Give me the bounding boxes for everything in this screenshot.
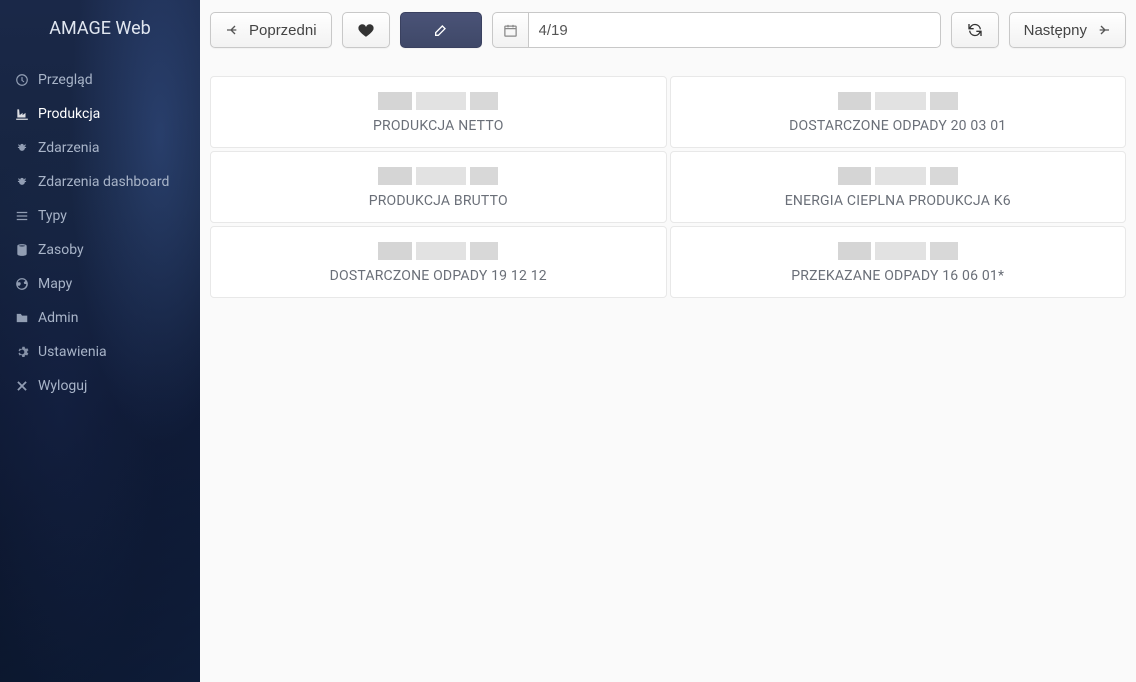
arrow-right-icon (1095, 22, 1111, 38)
sidebar-item-wyloguj[interactable]: Wyloguj (0, 369, 200, 403)
calendar-button[interactable] (492, 12, 528, 48)
globe-icon (14, 276, 30, 292)
bug-icon (14, 174, 30, 190)
card-value-blurred (838, 242, 958, 260)
card-value-blurred (378, 167, 498, 185)
edit-icon (433, 22, 449, 38)
card-label: PRODUKCJA BRUTTO (369, 193, 508, 209)
date-group (492, 12, 941, 48)
sidebar-item-typy[interactable]: Typy (0, 199, 200, 233)
app-title: AMAGE Web (0, 0, 200, 63)
edit-button[interactable] (400, 12, 482, 48)
arrow-left-icon (225, 22, 241, 38)
card-label: PRODUKCJA NETTO (373, 118, 504, 134)
sidebar-item-mapy[interactable]: Mapy (0, 267, 200, 301)
card-label: ENERGIA CIEPLNA PRODUKCJA K6 (785, 193, 1011, 209)
sidebar-item-ustawienia[interactable]: Ustawienia (0, 335, 200, 369)
previous-button-label: Poprzedni (249, 22, 317, 39)
sidebar-item-label: Ustawienia (38, 344, 107, 360)
sidebar-item-przeglad[interactable]: Przegląd (0, 63, 200, 97)
sidebar-item-label: Wyloguj (38, 378, 87, 394)
card-value-blurred (378, 92, 498, 110)
card-produkcja-brutto[interactable]: PRODUKCJA BRUTTO (210, 151, 667, 223)
cards-grid: PRODUKCJA NETTO DOSTARCZONE ODPADY 20 03… (210, 76, 1126, 298)
list-icon (14, 208, 30, 224)
refresh-button[interactable] (951, 12, 999, 48)
toolbar: Poprzedni Następny (210, 12, 1126, 48)
sidebar-item-produkcja[interactable]: Produkcja (0, 97, 200, 131)
card-produkcja-netto[interactable]: PRODUKCJA NETTO (210, 76, 667, 148)
sidebar-item-label: Admin (38, 310, 78, 326)
sidebar-item-zasoby[interactable]: Zasoby (0, 233, 200, 267)
card-energia-cieplna-k6[interactable]: ENERGIA CIEPLNA PRODUKCJA K6 (670, 151, 1127, 223)
next-button-label: Następny (1024, 22, 1087, 39)
dashboard-icon (14, 72, 30, 88)
card-label: DOSTARCZONE ODPADY 20 03 01 (789, 118, 1006, 134)
sidebar-item-label: Zdarzenia dashboard (38, 174, 169, 190)
gear-icon (14, 344, 30, 360)
sidebar-item-label: Przegląd (38, 72, 93, 88)
sidebar-item-label: Zdarzenia (38, 140, 100, 156)
card-dostarczone-20-03-01[interactable]: DOSTARCZONE ODPADY 20 03 01 (670, 76, 1127, 148)
card-dostarczone-19-12-12[interactable]: DOSTARCZONE ODPADY 19 12 12 (210, 226, 667, 298)
close-icon (14, 378, 30, 394)
calendar-icon (503, 23, 518, 38)
main-content: Poprzedni Następny (200, 0, 1136, 682)
card-value-blurred (378, 242, 498, 260)
sidebar-item-label: Mapy (38, 276, 72, 292)
previous-button[interactable]: Poprzedni (210, 12, 332, 48)
sidebar-item-label: Produkcja (38, 106, 100, 122)
card-value-blurred (838, 92, 958, 110)
heart-icon (357, 21, 375, 39)
card-przekazane-16-06-01[interactable]: PRZEKAZANE ODPADY 16 06 01* (670, 226, 1127, 298)
sidebar: AMAGE Web Przegląd Produkcja Zdarzenia Z… (0, 0, 200, 682)
industry-icon (14, 106, 30, 122)
sidebar-item-label: Zasoby (38, 242, 84, 258)
card-value-blurred (838, 167, 958, 185)
folder-icon (14, 310, 30, 326)
bug-icon (14, 140, 30, 156)
card-label: DOSTARCZONE ODPADY 19 12 12 (330, 268, 547, 284)
refresh-icon (967, 22, 983, 38)
sidebar-item-zdarzenia-dashboard[interactable]: Zdarzenia dashboard (0, 165, 200, 199)
sidebar-item-zdarzenia[interactable]: Zdarzenia (0, 131, 200, 165)
date-input[interactable] (528, 12, 941, 48)
sidebar-item-admin[interactable]: Admin (0, 301, 200, 335)
database-icon (14, 242, 30, 258)
next-button[interactable]: Następny (1009, 12, 1126, 48)
favorite-button[interactable] (342, 12, 390, 48)
card-label: PRZEKAZANE ODPADY 16 06 01* (791, 268, 1004, 284)
sidebar-item-label: Typy (38, 208, 67, 224)
